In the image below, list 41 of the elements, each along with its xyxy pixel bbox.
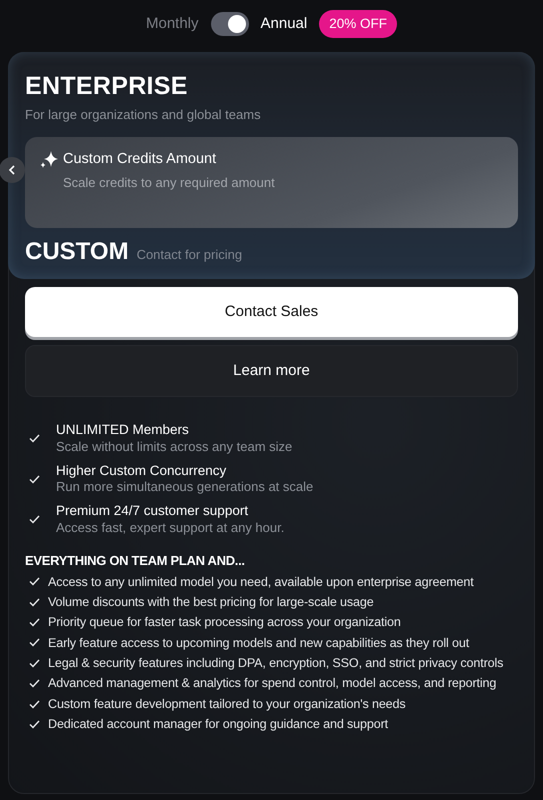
price-note: Contact for pricing (136, 247, 242, 264)
feature-description: Access fast, expert support at any hour. (56, 520, 284, 537)
billing-option[interactable]: Annual (260, 14, 308, 34)
check-icon (29, 515, 40, 524)
previous-button[interactable] (0, 157, 25, 183)
check-icon (29, 679, 40, 688)
check-icon (29, 598, 40, 607)
feature-title: Premium 24/7 customer support (56, 502, 250, 520)
feature-text: Access to any unlimited model you need, available upon enterprise agreement (48, 574, 474, 590)
learn-more-button[interactable]: Learn more (25, 345, 518, 398)
sparkle-icon (39, 149, 59, 170)
plan-price: CUSTOM (25, 237, 129, 268)
feature-description: Scale without limits across any team size (56, 439, 292, 456)
check-icon (29, 638, 40, 648)
check-icon (29, 618, 40, 628)
feature-text: Volume discounts with the best pricing for large-scale usage (48, 594, 374, 610)
feature-text: Custom feature development tailored to your organization's needs (48, 696, 406, 712)
contact-sales-button[interactable]: Contact Sales (25, 287, 518, 338)
feature-text: Priority queue for faster task processing across your organization (48, 614, 401, 631)
billing-toggle[interactable] (210, 12, 249, 36)
feature-text: Legal & security features including DPA, encryption, SSO, and strict privacy controls (48, 655, 504, 672)
check-icon (29, 658, 40, 668)
check-icon (29, 434, 40, 444)
feature-description: Run more simultaneous generations at scale (56, 479, 314, 496)
check-icon (29, 577, 40, 586)
feature-text: Early feature access to upcoming models and new capabilities as they roll out (48, 634, 470, 652)
feature-text: Advanced management & analytics for spend control, model access, and reporting (48, 675, 496, 692)
section-heading: EVERYTHING ON TEAM PLAN AND... (25, 552, 246, 570)
check-icon (29, 700, 40, 708)
plan-tagline: For large organizations and global teams (25, 106, 262, 124)
feature-text: Dedicated account manager for ongoing guidance and support (48, 716, 388, 733)
plan-name: ENTERPRISE (25, 71, 189, 102)
chevron-left-icon (8, 165, 16, 175)
check-icon (29, 720, 40, 729)
check-icon (29, 474, 40, 484)
feature-title: UNLIMITED Members (56, 421, 190, 440)
billing-option[interactable]: Monthly (146, 14, 199, 34)
credits-subtitle: Scale credits to any required amount (63, 175, 276, 192)
feature-title: Higher Custom Concurrency (56, 462, 228, 480)
credits-title: Custom Credits Amount (63, 150, 216, 169)
discount-badge: 20% OFF (319, 10, 397, 38)
